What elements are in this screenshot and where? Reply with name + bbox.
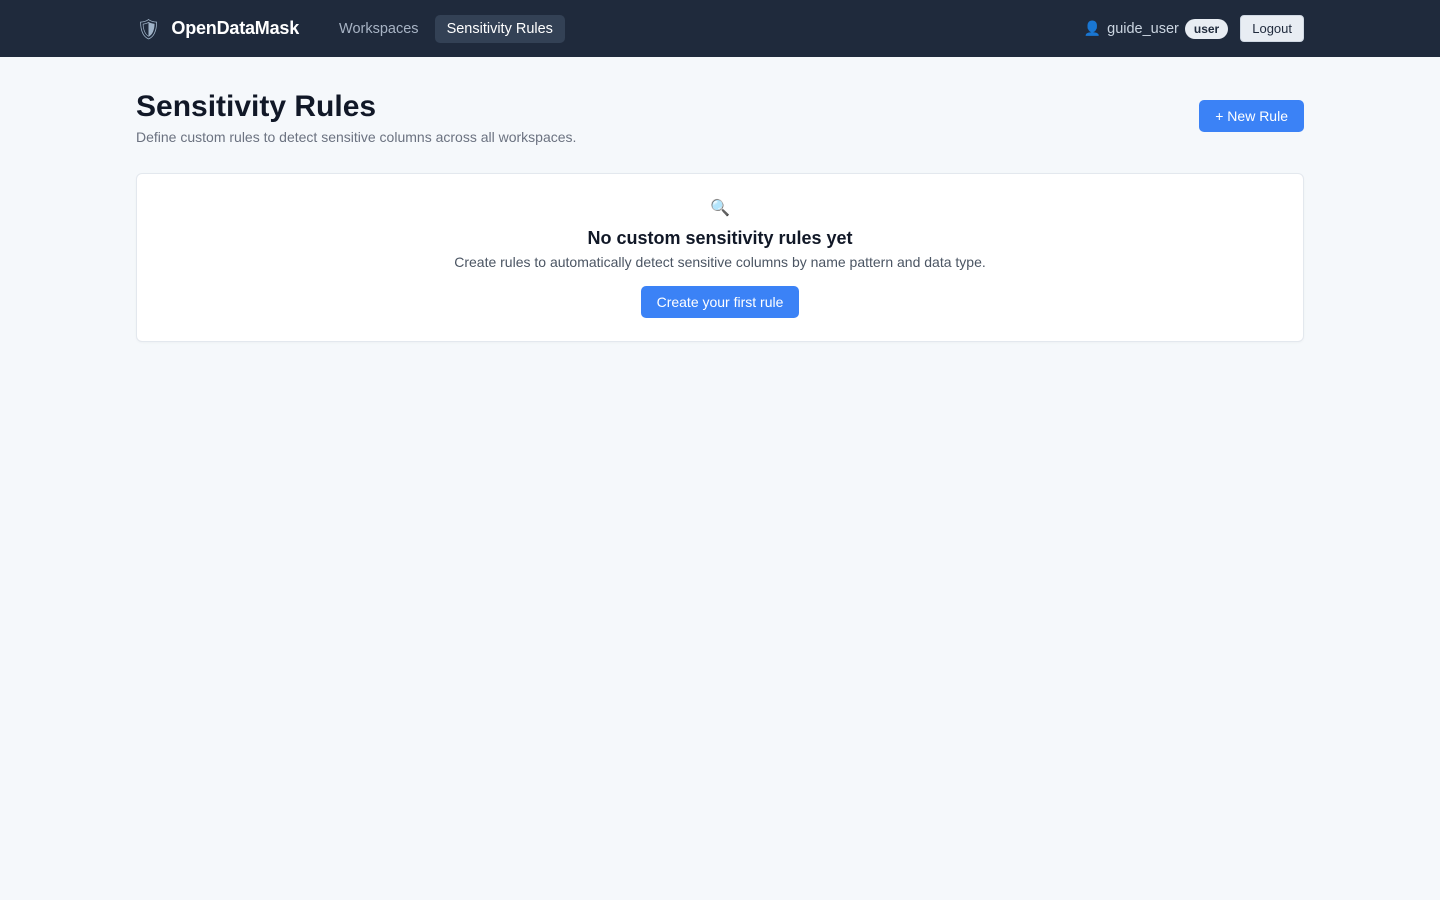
nav-link-sensitivity-rules[interactable]: Sensitivity Rules bbox=[434, 14, 565, 43]
search-icon: 🔍 bbox=[710, 198, 730, 217]
nav-link-workspaces[interactable]: Workspaces bbox=[327, 15, 431, 43]
new-rule-button[interactable]: + New Rule bbox=[1199, 100, 1304, 132]
empty-state-card: 🔍 No custom sensitivity rules yet Create… bbox=[136, 173, 1304, 342]
username: guide_user bbox=[1107, 20, 1179, 37]
empty-state-text: Create rules to automatically detect sen… bbox=[454, 254, 986, 270]
user-area: 👤 guide_user user Logout bbox=[1084, 15, 1304, 42]
page-heading: Sensitivity Rules Define custom rules to… bbox=[136, 90, 576, 145]
shield-icon: 🛡 bbox=[136, 16, 162, 41]
empty-state-title: No custom sensitivity rules yet bbox=[587, 228, 853, 248]
brand-name: OpenDataMask bbox=[171, 18, 300, 38]
page-title: Sensitivity Rules bbox=[136, 90, 377, 123]
create-first-rule-button[interactable]: Create your first rule bbox=[640, 286, 800, 318]
top-navbar: 🛡 OpenDataMask Workspaces Sensitivity Ru… bbox=[0, 0, 1440, 57]
logout-button[interactable]: Logout bbox=[1240, 15, 1304, 42]
role-badge: user bbox=[1184, 18, 1229, 39]
page-header: Sensitivity Rules Define custom rules to… bbox=[136, 90, 1304, 145]
user-icon: 👤 bbox=[1083, 20, 1102, 37]
brand[interactable]: 🛡 OpenDataMask bbox=[136, 18, 299, 39]
page-subtitle: Define custom rules to detect sensitive … bbox=[136, 129, 577, 145]
main-nav: Workspaces Sensitivity Rules bbox=[327, 14, 565, 43]
main-content: Sensitivity Rules Define custom rules to… bbox=[0, 57, 1440, 342]
